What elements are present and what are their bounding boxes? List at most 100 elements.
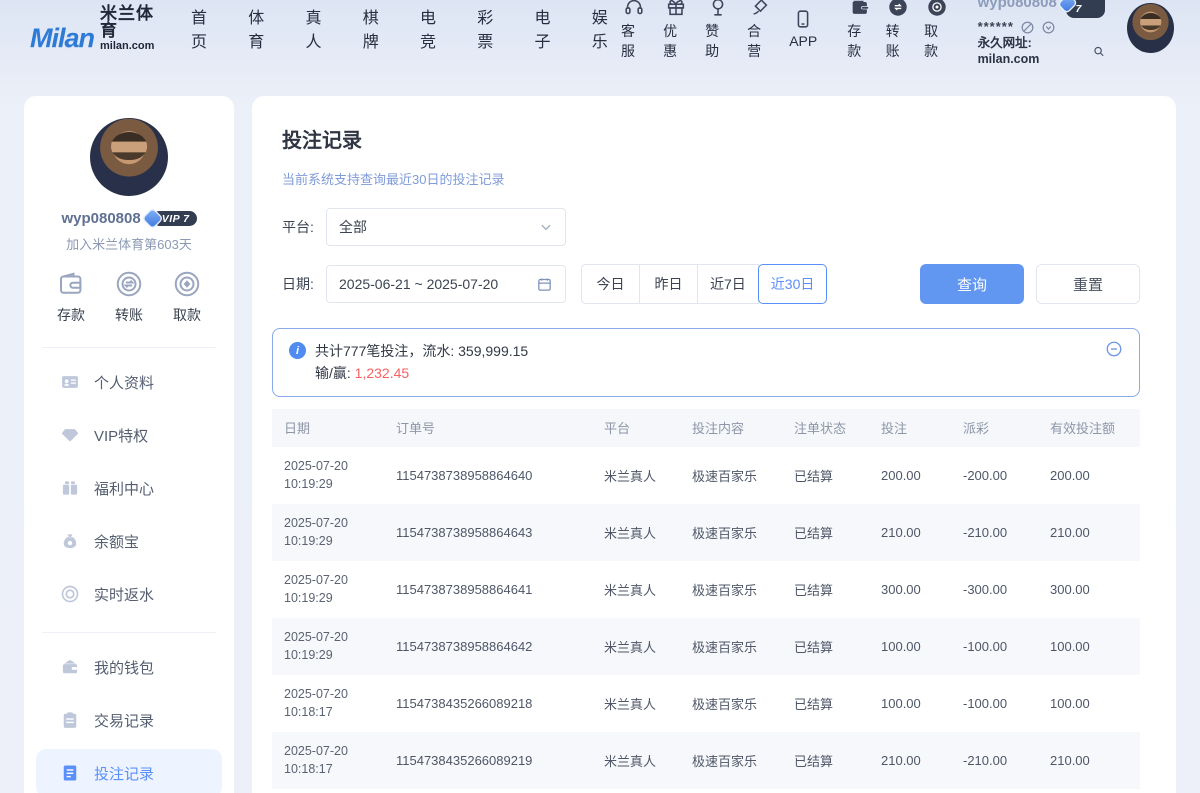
col-header-platform: 平台 [604, 418, 692, 437]
sidebar-item-label: 投注记录 [94, 763, 154, 784]
service-partner[interactable]: 合营 [747, 0, 773, 61]
sidebar-item-yuebao[interactable]: 余额宝 [36, 517, 222, 565]
wallet-action-label: 存款 [847, 21, 872, 61]
sidebar-item-label: 我的钱包 [94, 657, 154, 678]
service-app[interactable]: APP [789, 8, 817, 49]
col-header-payout: 派彩 [963, 418, 1050, 437]
cell-bet-content: 极速百家乐 [692, 580, 794, 599]
avatar[interactable] [1127, 3, 1174, 53]
summary-turnover-value: 359,999.15 [458, 343, 528, 359]
range-yesterday-button[interactable]: 昨日 [639, 264, 698, 304]
col-header-status: 注单状态 [794, 418, 881, 437]
masked-balance: ****** [978, 19, 1014, 35]
cell-bet-amount: 300.00 [881, 582, 963, 597]
diamond-icon [60, 425, 80, 445]
collapse-icon[interactable] [1105, 340, 1123, 358]
refresh-circle-icon[interactable] [1041, 20, 1056, 35]
logo-cn-text: 米兰体育 [100, 5, 165, 39]
cell-order-number: 1154738435266089218 [396, 696, 604, 711]
platform-selected-value: 全部 [339, 217, 539, 237]
vip-badge: VIP 7 [1062, 0, 1106, 18]
cell-status: 已结算 [794, 751, 881, 770]
header-withdraw[interactable]: 取款 [924, 0, 949, 61]
range-7days-button[interactable]: 近7日 [697, 264, 759, 304]
col-header-date: 日期 [284, 418, 396, 437]
table-row: 2025-07-2010:19:29 1154738738958864641 米… [272, 561, 1140, 618]
sidebar-item-label: 余额宝 [94, 531, 139, 552]
sidebar-item-vip[interactable]: VIP特权 [36, 411, 222, 459]
reset-button[interactable]: 重置 [1036, 264, 1140, 304]
col-header-order: 订单号 [396, 418, 604, 437]
quick-transfer[interactable]: 转账 [114, 269, 144, 325]
partner-icon [749, 0, 771, 18]
search-icon[interactable] [1092, 44, 1106, 59]
cell-payout: -210.00 [963, 525, 1050, 540]
brand-logo[interactable]: Milan 米兰体育 milan.com [30, 5, 165, 52]
nav-cards[interactable]: 棋牌 [363, 4, 392, 52]
nav-sports[interactable]: 体育 [248, 4, 277, 52]
sidebar: wyp080808 VIP 7 加入米兰体育第603天 存款 转账 取款 [24, 96, 234, 793]
service-label: 客服 [621, 21, 647, 61]
header-transfer[interactable]: 转账 [886, 0, 911, 61]
eye-off-icon[interactable] [1020, 20, 1035, 35]
cell-bet-amount: 100.00 [881, 696, 963, 711]
service-label: 赞助 [705, 21, 731, 61]
sidebar-item-wallet[interactable]: 我的钱包 [36, 643, 222, 691]
nav-slots[interactable]: 电子 [535, 4, 564, 52]
quick-deposit[interactable]: 存款 [56, 269, 86, 325]
cell-order-number: 1154738738958864642 [396, 639, 604, 654]
service-sponsor[interactable]: 赞助 [705, 0, 731, 61]
main-nav: 首页 体育 真人 棋牌 电竞 彩票 电子 娱乐 [191, 4, 621, 52]
table-header-row: 日期 订单号 平台 投注内容 注单状态 投注 派彩 有效投注额 [272, 409, 1140, 447]
calendar-icon [536, 276, 553, 293]
transfer-outline-icon [114, 269, 144, 299]
summary-winloss-value: 1,232.45 [355, 365, 410, 381]
sidebar-item-rebate[interactable]: 实时返水 [36, 570, 222, 618]
cell-order-number: 1154738435266089219 [396, 753, 604, 768]
table-row: 2025-07-2010:19:29 1154738738958864643 米… [272, 504, 1140, 561]
sidebar-item-profile[interactable]: 个人资料 [36, 358, 222, 406]
cell-valid-amount: 200.00 [1050, 468, 1140, 483]
divider [42, 632, 216, 633]
service-label: 优惠 [663, 21, 689, 61]
cell-date: 2025-07-2010:19:29 [284, 514, 396, 550]
query-button[interactable]: 查询 [920, 264, 1024, 304]
wallet-outline-icon [56, 269, 86, 299]
moneybag-icon [60, 531, 80, 551]
nav-home[interactable]: 首页 [191, 4, 220, 52]
cell-status: 已结算 [794, 466, 881, 485]
date-range-input[interactable]: 2025-06-21 ~ 2025-07-20 [326, 265, 566, 303]
cell-bet-content: 极速百家乐 [692, 466, 794, 485]
range-today-button[interactable]: 今日 [581, 264, 640, 304]
platform-filter-row: 平台: 全部 [282, 208, 1140, 246]
quick-withdraw[interactable]: 取款 [172, 269, 202, 325]
nav-live[interactable]: 真人 [306, 4, 335, 52]
date-range-value: 2025-06-21 ~ 2025-07-20 [339, 276, 536, 292]
sidebar-item-welfare[interactable]: 福利中心 [36, 464, 222, 512]
sidebar-item-label: 个人资料 [94, 372, 154, 393]
nav-lottery[interactable]: 彩票 [477, 4, 506, 52]
service-customer[interactable]: 客服 [621, 0, 647, 61]
withdraw-outline-icon [172, 269, 202, 299]
table-row: 2025-07-2010:18:17 1154738435266089219 米… [272, 732, 1140, 789]
sidebar-item-bet-records[interactable]: 投注记录 [36, 749, 222, 793]
quick-action-label: 转账 [115, 305, 143, 325]
sidebar-item-transactions[interactable]: 交易记录 [36, 696, 222, 744]
service-promo[interactable]: 优惠 [663, 0, 689, 61]
idcard-icon [60, 372, 80, 392]
platform-select[interactable]: 全部 [326, 208, 566, 246]
transfer-dark-icon [887, 0, 909, 18]
range-30days-button[interactable]: 近30日 [758, 264, 828, 304]
logo-script-text: Milan [30, 25, 94, 52]
nav-esports[interactable]: 电竞 [420, 4, 449, 52]
cell-date: 2025-07-2010:19:29 [284, 628, 396, 664]
cell-bet-amount: 100.00 [881, 639, 963, 654]
nav-entertainment[interactable]: 娱乐 [592, 4, 621, 52]
divider [42, 347, 216, 348]
header-deposit[interactable]: 存款 [847, 0, 872, 61]
gift-icon [665, 0, 687, 18]
permanent-url: 永久网址: milan.com [978, 36, 1089, 67]
cell-payout: -200.00 [963, 468, 1050, 483]
cell-payout: -210.00 [963, 753, 1050, 768]
wallet-action-label: 取款 [924, 21, 949, 61]
